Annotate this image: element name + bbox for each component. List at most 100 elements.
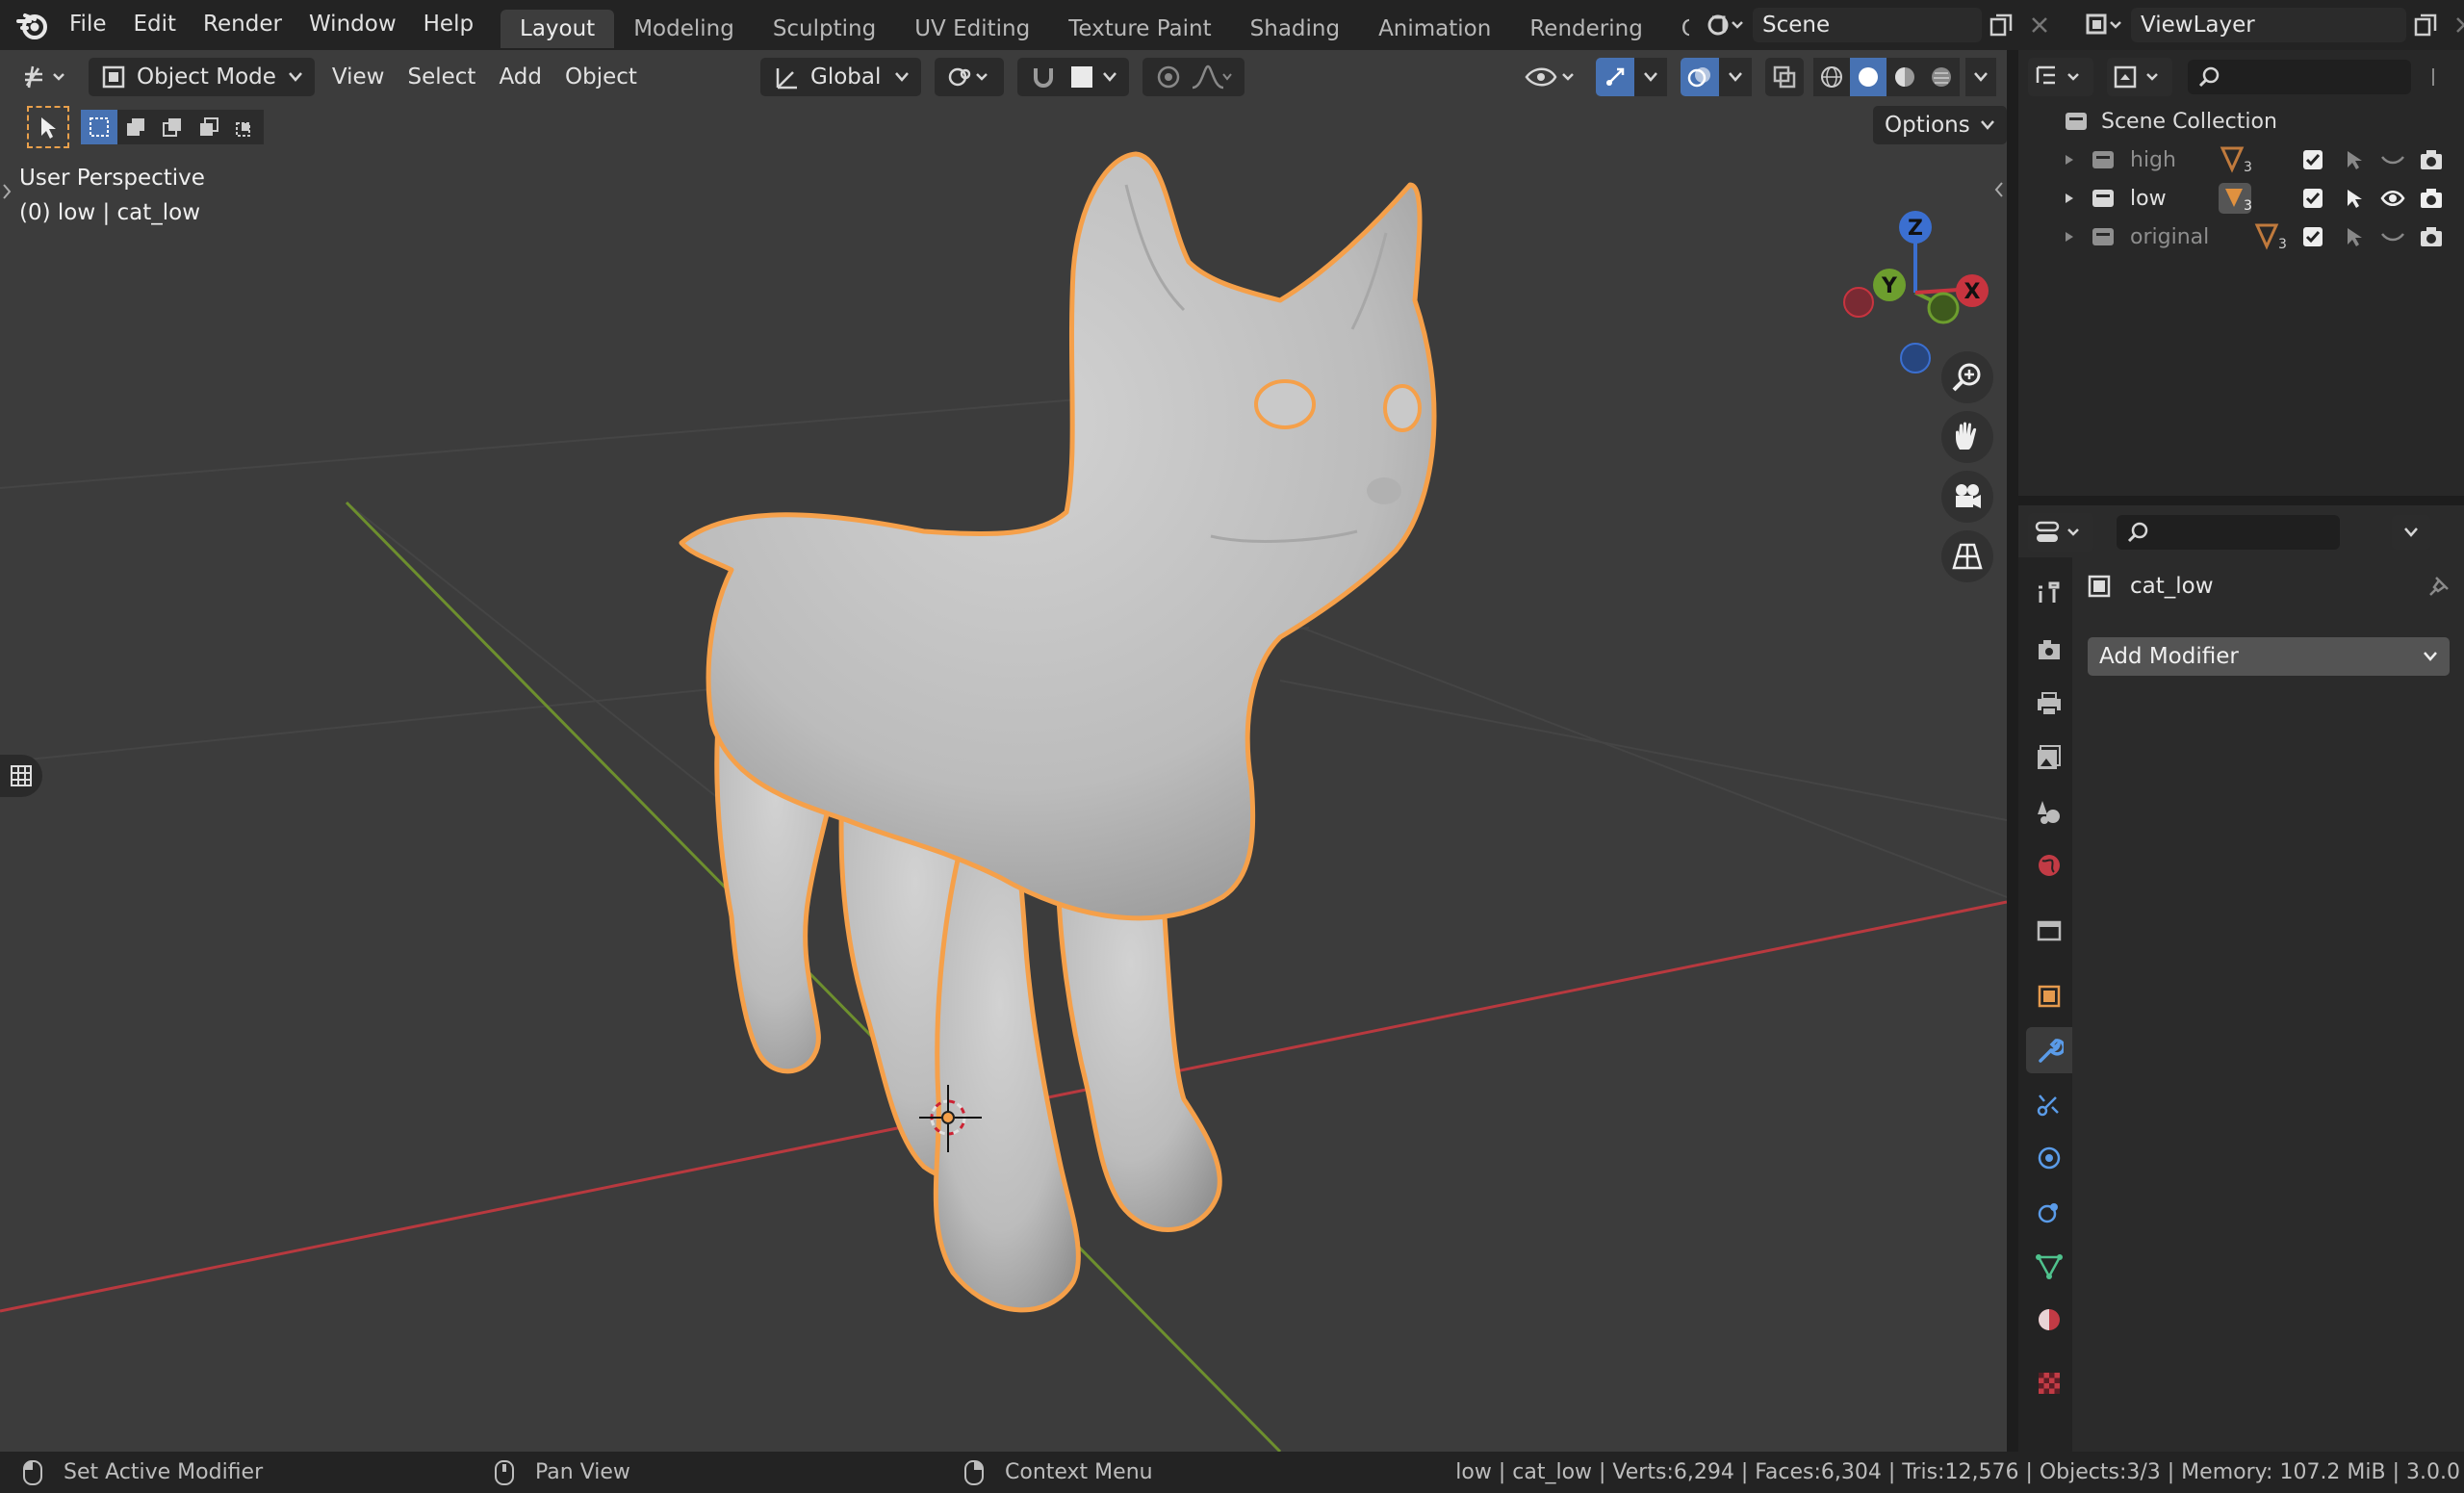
eye-closed-icon[interactable] bbox=[2380, 150, 2405, 169]
outliner-search-input[interactable] bbox=[2188, 60, 2411, 94]
collection-row[interactable]: low 3 bbox=[2018, 179, 2464, 218]
filter-icon[interactable] bbox=[2425, 60, 2453, 94]
tab-material[interactable] bbox=[2026, 1297, 2072, 1343]
proportional-editing-button[interactable] bbox=[1142, 58, 1245, 96]
tab-shading[interactable]: Shading bbox=[1231, 10, 1359, 48]
gizmo-dropdown[interactable] bbox=[1634, 58, 1667, 96]
collection-row[interactable]: high 3 bbox=[2018, 141, 2464, 179]
tab-object[interactable] bbox=[2026, 973, 2072, 1019]
menu-window[interactable]: Window bbox=[295, 0, 410, 50]
tab-output[interactable] bbox=[2026, 681, 2072, 727]
exclude-checkbox[interactable] bbox=[2303, 227, 2323, 246]
overlays-dropdown[interactable] bbox=[1719, 58, 1752, 96]
camera-render-icon[interactable] bbox=[2419, 225, 2444, 248]
scene-name-field[interactable]: Scene bbox=[1753, 8, 1982, 42]
menu-help[interactable]: Help bbox=[410, 0, 487, 50]
menu-edit[interactable]: Edit bbox=[120, 0, 191, 50]
eye-open-icon[interactable] bbox=[2380, 189, 2405, 208]
scene-browse-icon[interactable] bbox=[1699, 8, 1753, 42]
display-mode-button[interactable] bbox=[2107, 58, 2172, 96]
select-mode-difference-button[interactable] bbox=[191, 110, 227, 144]
asset-shelf-icon[interactable] bbox=[0, 755, 42, 797]
tab-tool[interactable] bbox=[2026, 569, 2072, 615]
tab-rendering[interactable]: Rendering bbox=[1510, 10, 1661, 48]
tab-animation[interactable]: Animation bbox=[1359, 10, 1510, 48]
properties-options-dropdown[interactable] bbox=[2392, 515, 2430, 550]
menu-render[interactable]: Render bbox=[190, 0, 295, 50]
tab-collection[interactable] bbox=[2026, 908, 2072, 954]
tab-data[interactable] bbox=[2026, 1243, 2072, 1289]
shading-solid-button[interactable] bbox=[1850, 58, 1886, 96]
selectable-arrow-icon[interactable] bbox=[2344, 148, 2367, 171]
scene-collection-row[interactable]: Scene Collection bbox=[2018, 102, 2464, 141]
new-view-layer-icon[interactable] bbox=[2406, 8, 2445, 42]
expand-arrow-icon[interactable] bbox=[2063, 192, 2076, 205]
editor-type-button[interactable] bbox=[15, 58, 79, 96]
gizmo-toggle-button[interactable] bbox=[1596, 58, 1634, 96]
properties-search-input[interactable] bbox=[2117, 515, 2340, 550]
pin-icon[interactable] bbox=[2426, 574, 2451, 599]
perspective-toggle-button[interactable] bbox=[1941, 530, 1993, 582]
select-mode-extend-button[interactable] bbox=[117, 110, 154, 144]
add-modifier-dropdown[interactable]: Add Modifier bbox=[2088, 637, 2450, 676]
snap-button[interactable] bbox=[1017, 58, 1130, 96]
tab-world[interactable] bbox=[2026, 842, 2072, 888]
tab-view-layer[interactable] bbox=[2026, 734, 2072, 781]
new-scene-icon[interactable] bbox=[1982, 8, 2020, 42]
menu-add[interactable]: Add bbox=[487, 58, 553, 96]
tab-physics[interactable] bbox=[2026, 1135, 2072, 1181]
select-tool-button[interactable] bbox=[27, 106, 69, 148]
camera-render-icon[interactable] bbox=[2419, 187, 2444, 210]
tab-modeling[interactable]: Modeling bbox=[614, 10, 754, 48]
eye-closed-icon[interactable] bbox=[2380, 227, 2405, 246]
visibility-button[interactable] bbox=[1513, 58, 1590, 96]
cat-low-mesh[interactable] bbox=[679, 151, 1437, 1313]
xray-toggle-button[interactable] bbox=[1765, 58, 1804, 96]
shading-rendered-button[interactable] bbox=[1923, 58, 1960, 96]
delete-view-layer-icon[interactable] bbox=[2445, 8, 2464, 42]
tab-compositing[interactable]: Compo bbox=[1662, 10, 1689, 48]
select-mode-subtract-button[interactable] bbox=[154, 110, 191, 144]
camera-render-icon[interactable] bbox=[2419, 148, 2444, 171]
exclude-checkbox[interactable] bbox=[2303, 189, 2323, 208]
shading-wireframe-button[interactable] bbox=[1813, 58, 1850, 96]
select-mode-new-button[interactable] bbox=[81, 110, 117, 144]
exclude-checkbox[interactable] bbox=[2303, 150, 2323, 169]
view-layer-browse-icon[interactable] bbox=[2077, 8, 2131, 42]
expand-arrow-icon[interactable] bbox=[2063, 230, 2076, 244]
menu-file[interactable]: File bbox=[56, 0, 120, 50]
select-mode-intersect-button[interactable] bbox=[227, 110, 264, 144]
tab-texture[interactable] bbox=[2026, 1360, 2072, 1406]
view-layer-name-field[interactable]: ViewLayer bbox=[2131, 8, 2406, 42]
tab-uv-editing[interactable]: UV Editing bbox=[895, 10, 1049, 48]
tab-layout[interactable]: Layout bbox=[500, 10, 615, 48]
transform-orientation-selector[interactable]: Global bbox=[760, 58, 922, 96]
tab-modifier[interactable] bbox=[2026, 1027, 2072, 1073]
menu-view[interactable]: View bbox=[321, 58, 397, 96]
tab-scene[interactable] bbox=[2026, 788, 2072, 835]
pivot-point-button[interactable] bbox=[935, 58, 1005, 96]
selectable-arrow-icon[interactable] bbox=[2344, 225, 2367, 248]
pan-button[interactable] bbox=[1941, 411, 1993, 463]
properties-editor-type-button[interactable] bbox=[2028, 513, 2093, 552]
menu-object[interactable]: Object bbox=[553, 58, 649, 96]
blender-logo-icon[interactable] bbox=[15, 0, 50, 50]
delete-scene-icon[interactable] bbox=[2020, 8, 2059, 42]
3d-viewport[interactable]: Object Mode View Select Add Object Globa… bbox=[0, 50, 2007, 1452]
outliner-editor-type-button[interactable] bbox=[2028, 58, 2093, 96]
expand-arrow-icon[interactable] bbox=[2063, 153, 2076, 167]
toolbar-expand-arrow-icon[interactable] bbox=[0, 177, 13, 206]
shading-dropdown[interactable] bbox=[1965, 58, 1996, 96]
menu-select[interactable]: Select bbox=[396, 58, 487, 96]
tab-particles[interactable] bbox=[2026, 1081, 2072, 1127]
shading-material-button[interactable] bbox=[1886, 58, 1923, 96]
tab-constraints[interactable] bbox=[2026, 1189, 2072, 1235]
mode-selector[interactable]: Object Mode bbox=[89, 58, 315, 96]
options-dropdown[interactable]: Options bbox=[1873, 106, 2007, 144]
camera-view-button[interactable] bbox=[1941, 471, 1993, 523]
selectable-arrow-icon[interactable] bbox=[2344, 187, 2367, 210]
tab-render[interactable] bbox=[2026, 627, 2072, 673]
tab-texture-paint[interactable]: Texture Paint bbox=[1049, 10, 1230, 48]
tab-sculpting[interactable]: Sculpting bbox=[754, 10, 895, 48]
collection-row[interactable]: original 3 bbox=[2018, 218, 2464, 256]
